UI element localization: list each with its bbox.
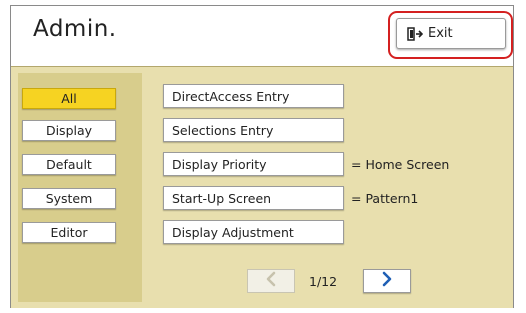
start-up-screen-value: = Pattern1 bbox=[351, 190, 419, 206]
directaccess-entry-button[interactable]: DirectAccess Entry bbox=[163, 84, 344, 108]
previous-page-button[interactable] bbox=[247, 269, 295, 293]
next-page-button[interactable] bbox=[363, 269, 411, 293]
display-adjustment-button[interactable]: Display Adjustment bbox=[163, 220, 344, 244]
category-default-button[interactable]: Default bbox=[22, 154, 116, 175]
exit-icon bbox=[407, 26, 423, 41]
exit-label: Exit bbox=[428, 26, 453, 41]
settings-panel: All Display Default System Editor Direct… bbox=[11, 66, 513, 308]
page-title: Admin. bbox=[33, 16, 117, 42]
admin-window: Admin. Exit All Display Default System E… bbox=[10, 5, 514, 308]
category-system-button[interactable]: System bbox=[22, 188, 116, 209]
category-all-button[interactable]: All bbox=[22, 88, 116, 109]
display-priority-button[interactable]: Display Priority bbox=[163, 152, 344, 176]
chevron-left-icon bbox=[265, 271, 277, 291]
header-bar: Admin. Exit bbox=[11, 6, 513, 64]
chevron-right-icon bbox=[381, 271, 393, 291]
display-priority-value: = Home Screen bbox=[351, 156, 450, 172]
start-up-screen-button[interactable]: Start-Up Screen bbox=[163, 186, 344, 210]
category-editor-button[interactable]: Editor bbox=[22, 222, 116, 243]
selections-entry-button[interactable]: Selections Entry bbox=[163, 118, 344, 142]
page-indicator: 1/12 bbox=[309, 273, 338, 289]
exit-button[interactable]: Exit bbox=[396, 18, 506, 49]
category-display-button[interactable]: Display bbox=[22, 120, 116, 141]
